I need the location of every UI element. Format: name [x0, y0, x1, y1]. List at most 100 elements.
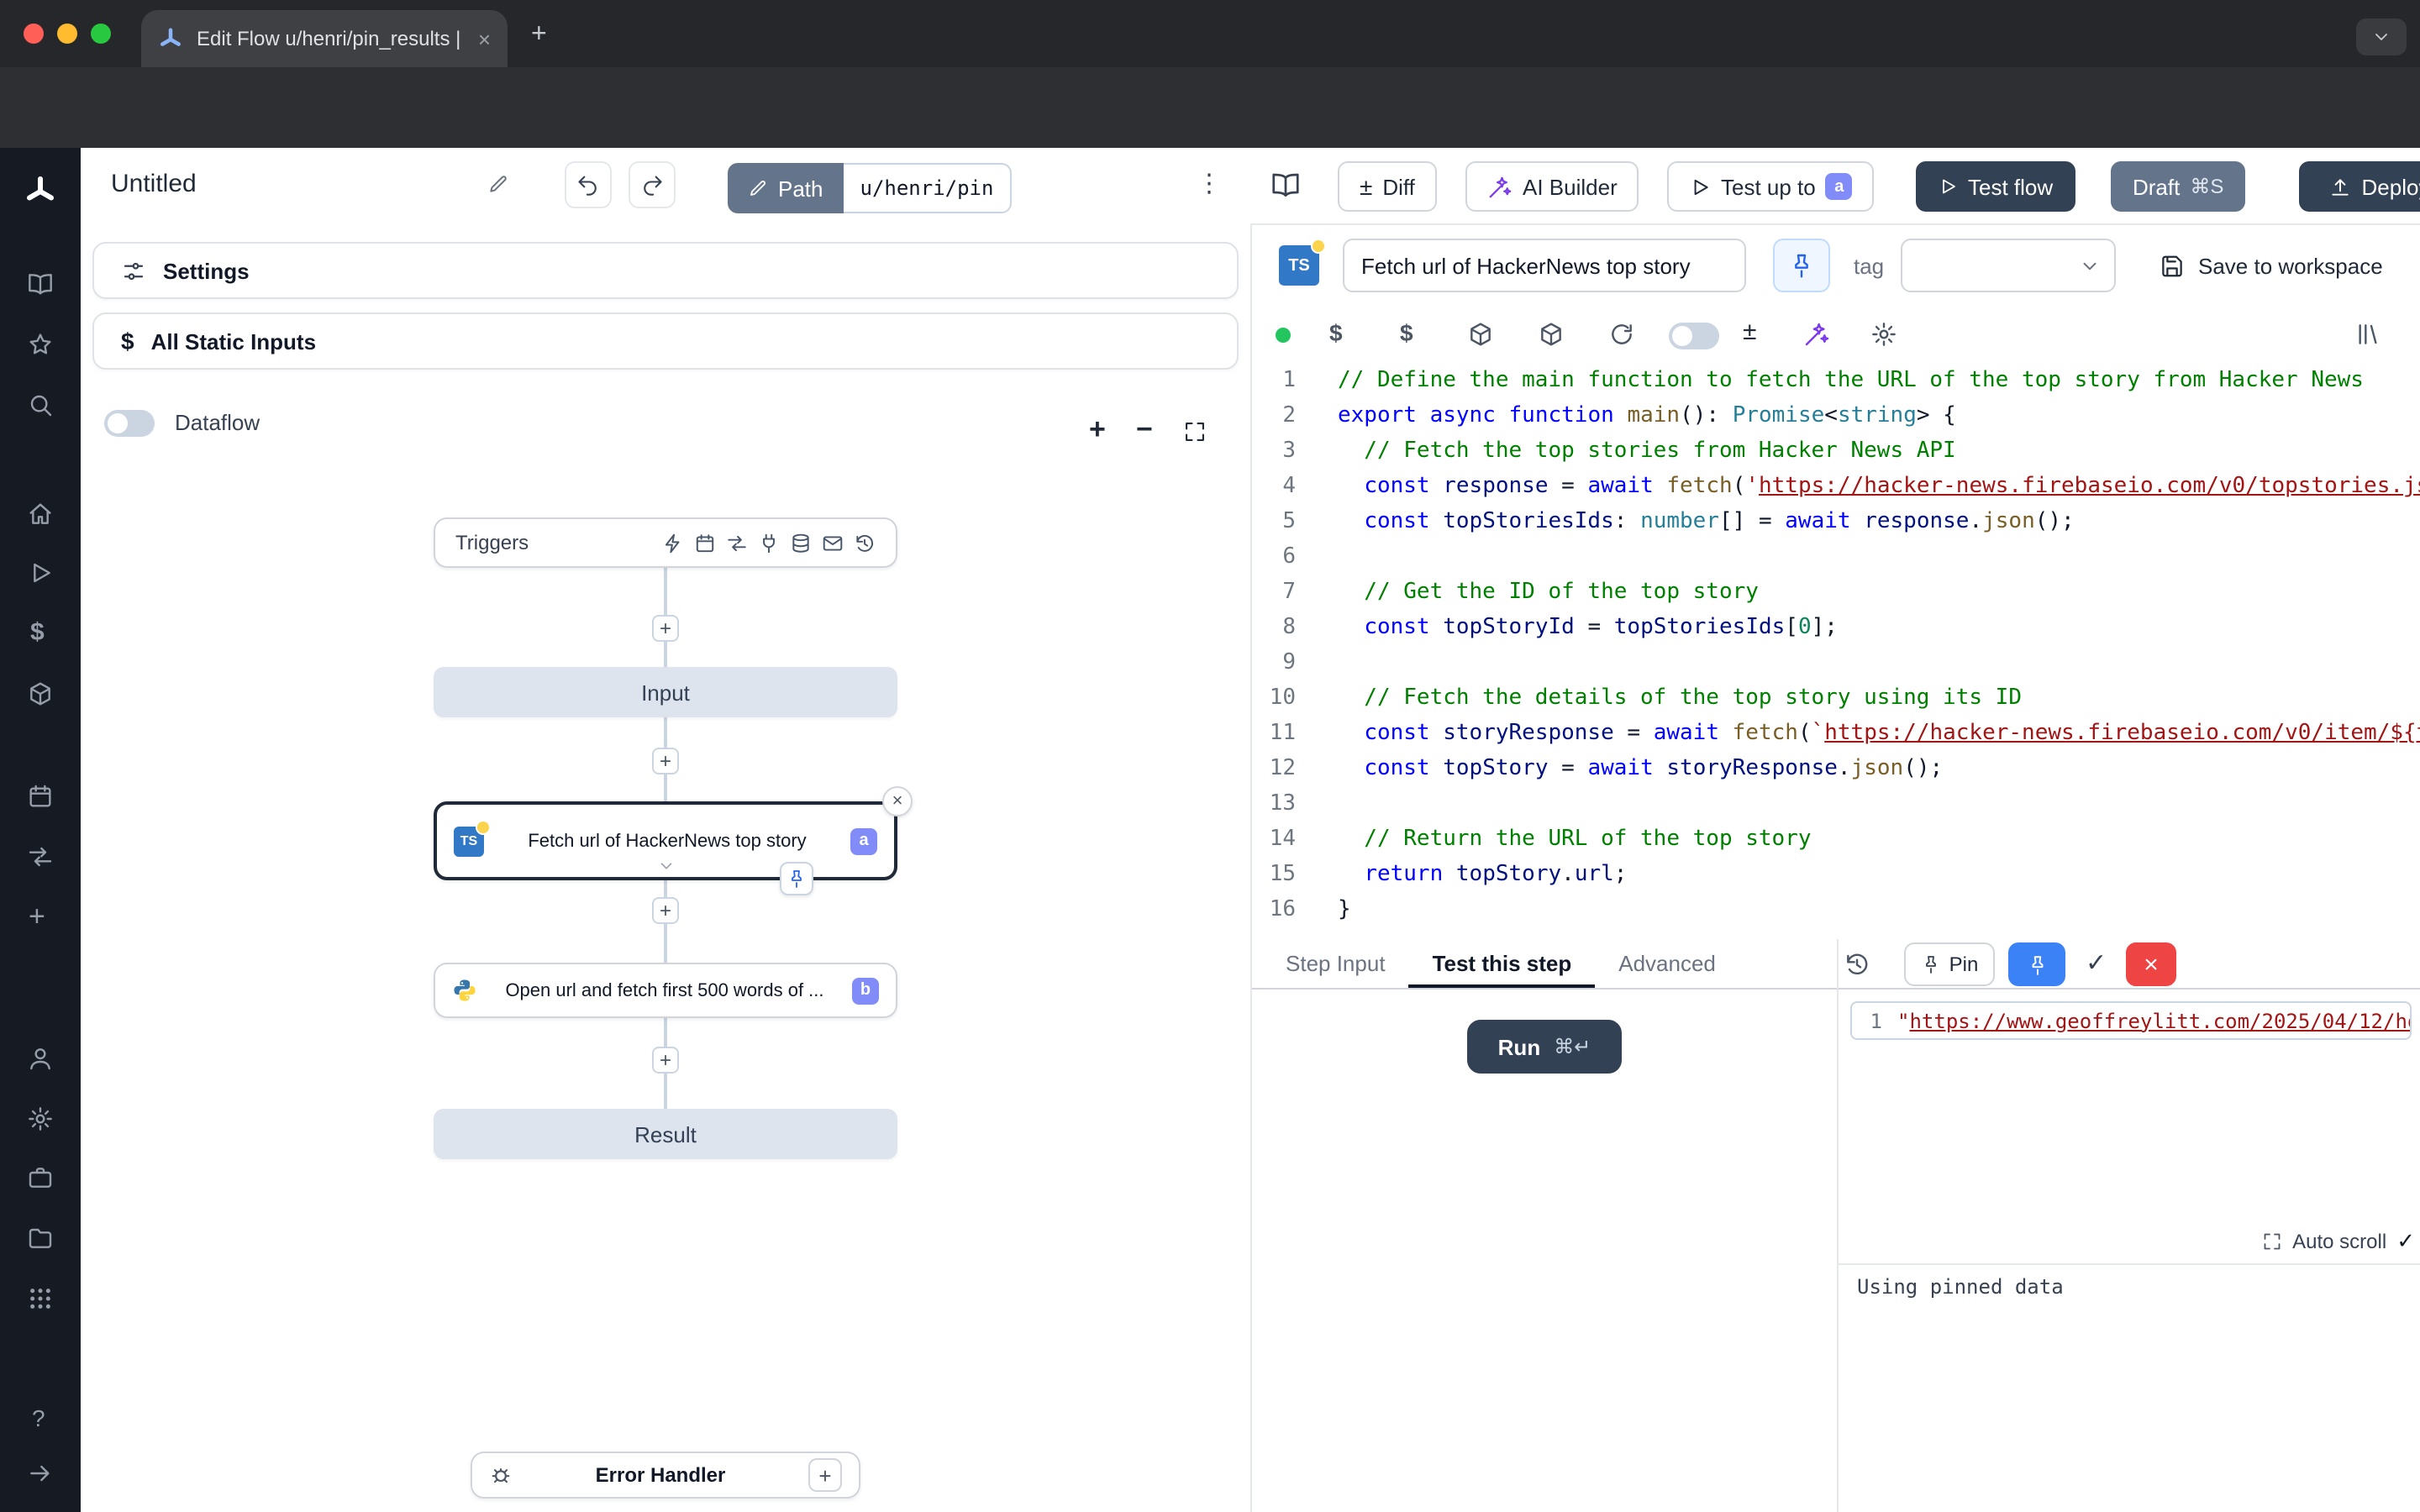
- diff-button[interactable]: ±Diff: [1338, 161, 1437, 212]
- undo-button[interactable]: [565, 161, 612, 208]
- sidebar-item-search[interactable]: [27, 391, 54, 418]
- http-route-icon[interactable]: [726, 532, 748, 554]
- scheduled-poll-icon[interactable]: [854, 532, 876, 554]
- tab-close-icon[interactable]: ×: [478, 26, 491, 51]
- flow-canvas[interactable]: Dataflow + − Triggers + Input + TS Fetch…: [81, 366, 1250, 1512]
- sidebar-item-variables[interactable]: $: [30, 618, 45, 647]
- remove-step-button[interactable]: ×: [882, 786, 913, 816]
- browser-tab-strip: Edit Flow u/henri/pin_results | × +: [0, 0, 2420, 67]
- history-icon[interactable]: [1844, 951, 1870, 978]
- accept-check-icon[interactable]: ✓: [2086, 948, 2107, 978]
- auto-scroll-row[interactable]: Auto scroll ✓: [1837, 1228, 2415, 1255]
- sidebar-item-help[interactable]: ?: [32, 1404, 45, 1431]
- tab-test-this-step[interactable]: Test this step: [1409, 939, 1596, 988]
- window-minimize-button[interactable]: [57, 24, 77, 44]
- window-close-button[interactable]: [24, 24, 44, 44]
- sidebar-item-docs[interactable]: [27, 270, 54, 297]
- dependencies-icon[interactable]: [1538, 321, 1565, 348]
- tab-search-chevron-button[interactable]: [2356, 18, 2407, 55]
- sidebar-item-runs[interactable]: [27, 559, 54, 586]
- emoji-badge: [1311, 239, 1326, 254]
- tab-step-input[interactable]: Step Input: [1262, 939, 1409, 988]
- reload-script-icon[interactable]: [1608, 321, 1635, 348]
- result-node[interactable]: Result: [434, 1109, 897, 1159]
- code-editor[interactable]: 1// Define the main function to fetch th…: [1252, 363, 2420, 939]
- ai-assistant-icon[interactable]: [1803, 321, 1830, 348]
- add-step-button[interactable]: +: [652, 615, 679, 642]
- ai-builder-button[interactable]: AI Builder: [1465, 161, 1639, 212]
- redo-button[interactable]: [629, 161, 676, 208]
- sidebar-item-create[interactable]: +: [29, 900, 45, 934]
- step-node-a[interactable]: TS Fetch url of HackerNews top story a: [434, 801, 897, 880]
- sidebar-item-home[interactable]: [27, 501, 54, 528]
- fit-view-icon[interactable]: [1183, 420, 1207, 444]
- sidebar-collapse-icon[interactable]: [27, 1460, 54, 1487]
- tab-advanced[interactable]: Advanced: [1595, 939, 1739, 988]
- zoom-in-button[interactable]: +: [1089, 413, 1106, 447]
- sidebar-item-apps[interactable]: [27, 1285, 54, 1312]
- test-flow-button[interactable]: Test flow: [1916, 161, 2075, 212]
- input-node[interactable]: Input: [434, 667, 897, 717]
- add-step-button[interactable]: +: [652, 897, 679, 924]
- deploy-button[interactable]: Deploy: [2299, 161, 2420, 212]
- docs-book-icon[interactable]: [1270, 170, 1301, 200]
- sidebar-item-workspace[interactable]: [27, 1164, 54, 1191]
- postgres-icon[interactable]: [790, 532, 812, 554]
- run-button[interactable]: Run ⌘↵: [1467, 1020, 1622, 1074]
- test-tabs-row: Step Input Test this step Advanced: [1252, 939, 2420, 990]
- sidebar-item-folders[interactable]: [27, 1225, 54, 1252]
- browser-tab[interactable]: Edit Flow u/henri/pin_results | ×: [141, 10, 508, 67]
- email-icon[interactable]: [822, 532, 844, 554]
- websocket-icon[interactable]: [758, 532, 780, 554]
- add-step-button[interactable]: +: [652, 1047, 679, 1074]
- flow-name[interactable]: Untitled: [111, 170, 197, 198]
- error-handler-node[interactable]: Error Handler +: [471, 1452, 860, 1499]
- settings-section[interactable]: Settings: [92, 242, 1239, 299]
- sidebar-item-resources[interactable]: [27, 680, 54, 707]
- sidebar-item-settings[interactable]: [27, 1105, 54, 1132]
- diff-mode-icon[interactable]: ±: [1743, 318, 1756, 346]
- step-pin-button[interactable]: [780, 862, 813, 895]
- edit-name-pencil-icon[interactable]: [487, 173, 509, 195]
- library-icon[interactable]: [2354, 321, 2381, 348]
- script-settings-icon[interactable]: [1870, 321, 1897, 348]
- sidebar-item-flows[interactable]: [27, 843, 54, 870]
- tag-label: tag: [1854, 254, 1884, 279]
- cancel-button[interactable]: ×: [2126, 942, 2176, 986]
- new-tab-button[interactable]: +: [531, 22, 547, 49]
- status-dot: [1276, 328, 1291, 343]
- expand-step-chevron-icon[interactable]: [657, 857, 676, 875]
- draft-button[interactable]: Draft⌘S: [2111, 161, 2245, 212]
- pin-button[interactable]: Pin: [1904, 942, 1995, 986]
- save-icon: [2160, 253, 2185, 278]
- pinned-data-editor[interactable]: 1 "https://www.geoffreylitt.com/2025/04/…: [1850, 1001, 2412, 1040]
- assets-icon[interactable]: [1467, 321, 1494, 348]
- window-zoom-button[interactable]: [91, 24, 111, 44]
- variable-picker-icon[interactable]: $: [1329, 319, 1343, 346]
- add-step-button[interactable]: +: [652, 748, 679, 774]
- sidebar-item-schedules[interactable]: [27, 783, 54, 810]
- resource-picker-icon[interactable]: $: [1400, 319, 1413, 346]
- test-up-to-button[interactable]: Test up toa: [1667, 161, 1875, 212]
- add-error-handler-button[interactable]: +: [808, 1458, 842, 1492]
- pin-toggle-button[interactable]: [1773, 239, 1830, 292]
- diff-mode-toggle[interactable]: [1669, 323, 1719, 349]
- save-to-workspace-button[interactable]: Save to workspace: [2160, 239, 2383, 292]
- zoom-out-button[interactable]: −: [1136, 413, 1153, 447]
- windmill-logo[interactable]: [24, 175, 57, 208]
- schedule-icon[interactable]: [694, 532, 716, 554]
- script-name-input[interactable]: [1343, 239, 1746, 292]
- sidebar-item-users[interactable]: [27, 1045, 54, 1072]
- path-control[interactable]: Path u/henri/pin: [728, 163, 1012, 213]
- deploy-icon: [2330, 176, 2352, 197]
- sidebar-item-favorites[interactable]: [27, 331, 54, 358]
- dataflow-toggle[interactable]: [104, 410, 155, 437]
- webhook-icon[interactable]: [662, 532, 684, 554]
- pinned-active-button[interactable]: [2008, 942, 2065, 986]
- triggers-node[interactable]: Triggers: [434, 517, 897, 568]
- step-node-b[interactable]: Open url and fetch first 500 words of ..…: [434, 963, 897, 1018]
- windmill-favicon: [158, 26, 183, 51]
- tag-select[interactable]: [1901, 239, 2116, 292]
- static-inputs-section[interactable]: $ All Static Inputs: [92, 312, 1239, 370]
- flow-menu-kebab-icon[interactable]: ⋮: [1197, 168, 1222, 198]
